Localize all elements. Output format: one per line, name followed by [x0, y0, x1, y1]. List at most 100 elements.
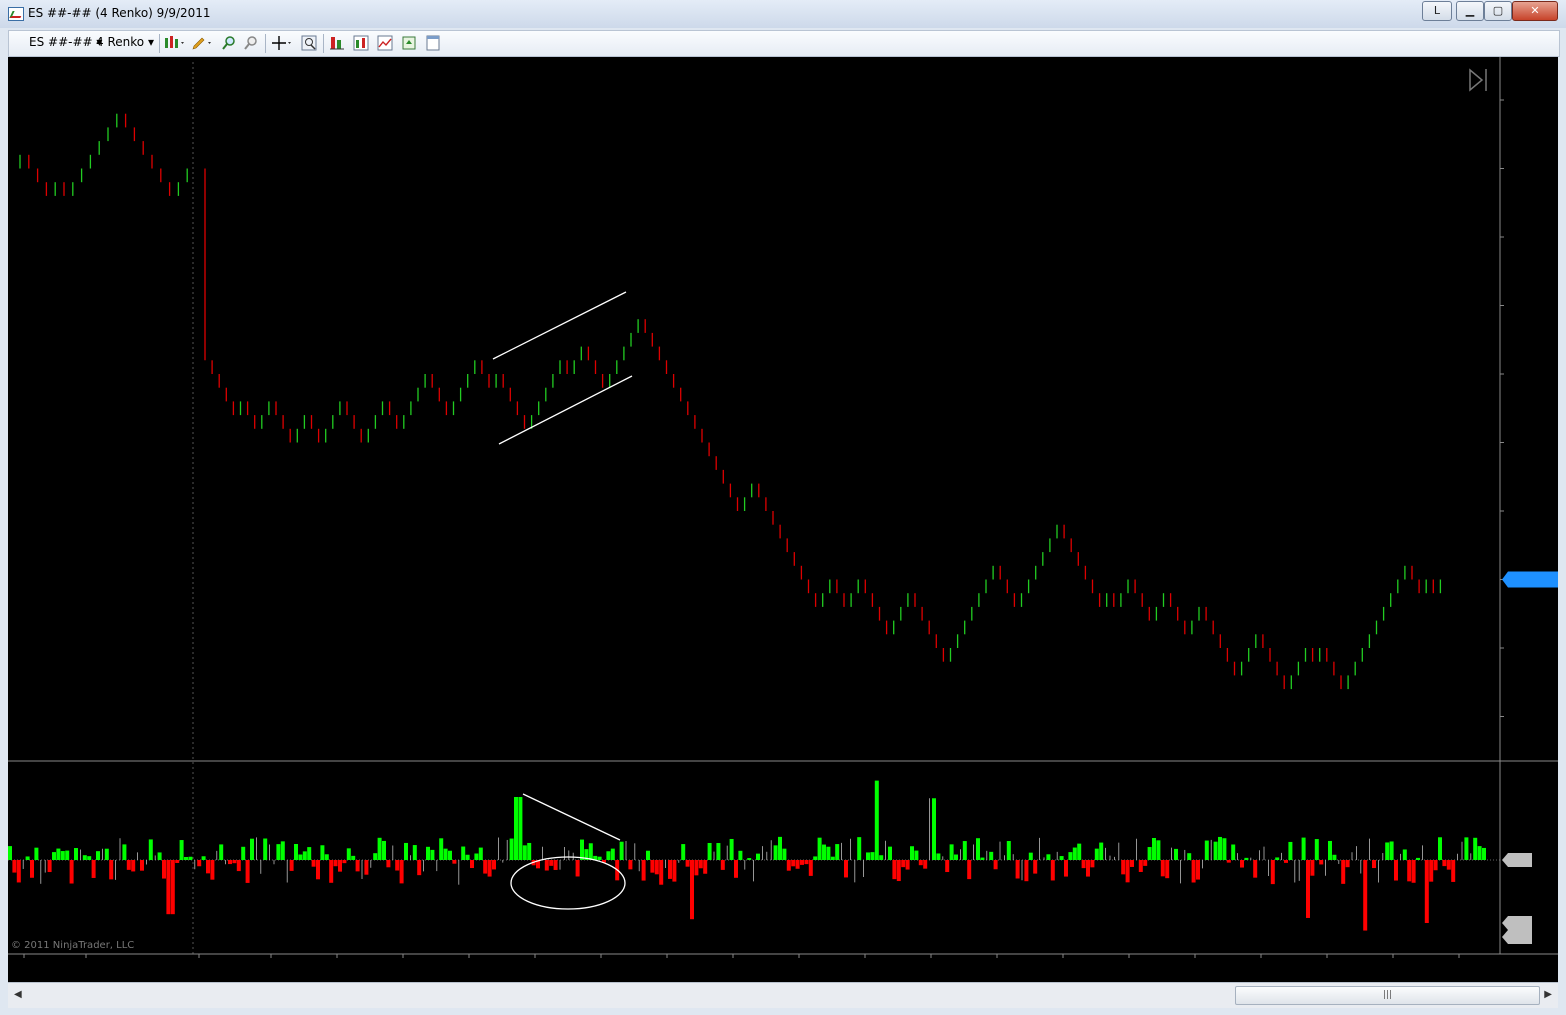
- volume-bar: [34, 847, 39, 860]
- volume-bar: [122, 844, 127, 860]
- volume-bar: [830, 856, 835, 860]
- volume-bar: [179, 840, 184, 860]
- volume-bar: [1024, 860, 1029, 882]
- volume-bar: [474, 853, 479, 860]
- volume-bar: [329, 860, 334, 883]
- strategies-icon[interactable]: [377, 35, 393, 51]
- volume-bar: [1275, 857, 1280, 860]
- zoom-out-icon[interactable]: [243, 35, 259, 51]
- volume-bar: [1328, 840, 1332, 860]
- zoom-in-icon[interactable]: [221, 35, 237, 51]
- volume-bar: [333, 860, 338, 867]
- scroll-left-arrow-icon[interactable]: ◀: [14, 989, 22, 1000]
- period-selector[interactable]: 4 Renko ▾: [96, 35, 154, 49]
- volume-bar: [1306, 860, 1310, 918]
- volume-bar: [628, 860, 633, 870]
- volume-bar: [12, 860, 17, 873]
- instrument-selector[interactable]: ES ##-## ▾: [29, 35, 102, 49]
- volume-bar: [1125, 860, 1130, 883]
- volume-bar: [580, 839, 584, 860]
- volume-bar: [932, 798, 936, 860]
- volume-bar: [1473, 837, 1478, 860]
- maximize-button[interactable]: ▢: [1484, 1, 1512, 21]
- volume-bar: [795, 860, 800, 869]
- volume-bar: [720, 860, 725, 870]
- chart-app-icon: [8, 7, 24, 21]
- volume-bar: [610, 848, 615, 860]
- volume-bar: [1438, 837, 1442, 860]
- magnify-icon[interactable]: [301, 35, 317, 51]
- goto-end-icon: [1469, 68, 1484, 92]
- volume-bar: [1160, 860, 1165, 877]
- volume-bar: [650, 860, 655, 873]
- volume-bar: [976, 838, 980, 860]
- scroll-thumb[interactable]: |||: [1235, 986, 1540, 1005]
- link-button[interactable]: L: [1422, 1, 1452, 21]
- volume-bar: [888, 846, 892, 860]
- volume-bar: [1064, 860, 1068, 877]
- volume-bar: [518, 797, 523, 860]
- indicators-icon[interactable]: [353, 35, 369, 51]
- volume-bar: [778, 836, 782, 860]
- scroll-right-arrow-icon[interactable]: ▶: [1544, 989, 1552, 1000]
- volume-bar: [654, 860, 659, 875]
- chart-panel[interactable]: © 2011 NinjaTrader, LLC: [8, 57, 1560, 982]
- volume-bar: [1213, 841, 1218, 860]
- draw-pencil-icon[interactable]: [191, 35, 213, 51]
- volume-bar: [294, 843, 298, 860]
- volume-bar: [1028, 852, 1033, 860]
- volume-bar: [738, 850, 743, 860]
- close-button[interactable]: ✕: [1512, 1, 1558, 21]
- price-bricks: [19, 113, 1442, 690]
- volume-bar: [575, 860, 580, 877]
- volume-bar: [641, 860, 646, 881]
- volume-bar: [729, 838, 734, 860]
- data-box-icon[interactable]: [425, 35, 441, 51]
- volume-bar: [1152, 837, 1156, 860]
- volume-bar: [25, 856, 30, 860]
- volume-highlight-ellipse: [510, 856, 626, 910]
- volume-bar: [1196, 860, 1200, 880]
- volume-bar: [452, 860, 457, 864]
- volume-bar: [470, 860, 474, 869]
- volume-bar: [734, 860, 738, 878]
- volume-bar: [465, 854, 470, 860]
- volume-bar: [945, 860, 950, 873]
- toolbar-separator: [159, 34, 160, 53]
- renko-chart[interactable]: © 2011 NinjaTrader, LLC: [8, 57, 1560, 982]
- toolbar-separator: [265, 34, 266, 53]
- volume-bars: [8, 780, 1486, 931]
- volume-bar: [1147, 847, 1152, 860]
- properties-icon[interactable]: [329, 35, 345, 51]
- volume-bar: [549, 860, 554, 866]
- volume-bar: [1477, 846, 1482, 860]
- volume-bar: [1165, 860, 1170, 879]
- volume-bar: [659, 860, 664, 885]
- volume-bar: [1301, 837, 1306, 860]
- volume-bar: [1385, 842, 1390, 860]
- volume-bar: [276, 844, 281, 860]
- volume-bar: [404, 842, 408, 860]
- volume-bar: [1402, 849, 1407, 860]
- volume-bar: [910, 846, 914, 860]
- volume-bar: [492, 860, 496, 870]
- minimize-button[interactable]: ▁: [1456, 1, 1484, 21]
- volume-bar: [1424, 860, 1429, 923]
- bar-type-icon[interactable]: [164, 35, 186, 51]
- volume-bar: [619, 841, 624, 860]
- crosshair-icon[interactable]: [271, 35, 293, 51]
- volume-bar: [1416, 857, 1420, 860]
- volume-bar: [901, 860, 906, 868]
- volume-bar: [302, 851, 307, 860]
- volume-bar: [74, 848, 78, 860]
- volume-bar: [170, 860, 175, 915]
- volume-bar: [1442, 860, 1447, 867]
- volume-bar: [707, 842, 712, 860]
- volume-low-label-1-tag: [1502, 916, 1532, 930]
- volume-bar: [786, 860, 791, 871]
- volume-bar: [1429, 860, 1434, 882]
- volume-bar: [364, 860, 369, 875]
- volume-bar: [443, 848, 448, 860]
- horizontal-scrollbar[interactable]: ◀ ||| ▶: [8, 982, 1558, 1008]
- snapshot-icon[interactable]: [401, 35, 417, 51]
